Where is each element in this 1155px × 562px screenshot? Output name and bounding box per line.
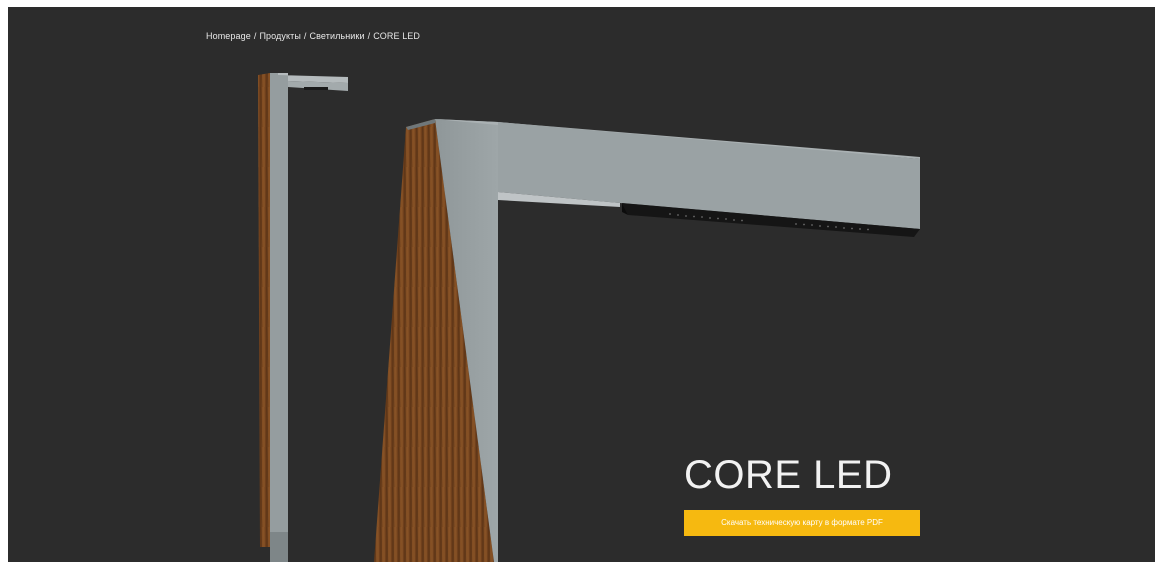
- breadcrumb-current: CORE LED: [373, 31, 420, 41]
- breadcrumb-separator: /: [367, 31, 371, 41]
- breadcrumb-separator: /: [303, 31, 307, 41]
- small-lamp-render: [258, 73, 348, 562]
- breadcrumb: Homepage / Продукты / Светильники / CORE LED: [206, 31, 420, 41]
- product-title: CORE LED: [684, 453, 893, 497]
- breadcrumb-link-luminaires[interactable]: Светильники: [310, 31, 365, 41]
- product-render-image: [258, 73, 920, 562]
- breadcrumb-separator: /: [253, 31, 257, 41]
- breadcrumb-link-products[interactable]: Продукты: [259, 31, 300, 41]
- breadcrumb-link-homepage[interactable]: Homepage: [206, 31, 251, 41]
- product-hero: Homepage / Продукты / Светильники / CORE LED C…: [8, 7, 1155, 562]
- download-pdf-button[interactable]: Скачать техническую карту в формате PDF: [684, 510, 920, 536]
